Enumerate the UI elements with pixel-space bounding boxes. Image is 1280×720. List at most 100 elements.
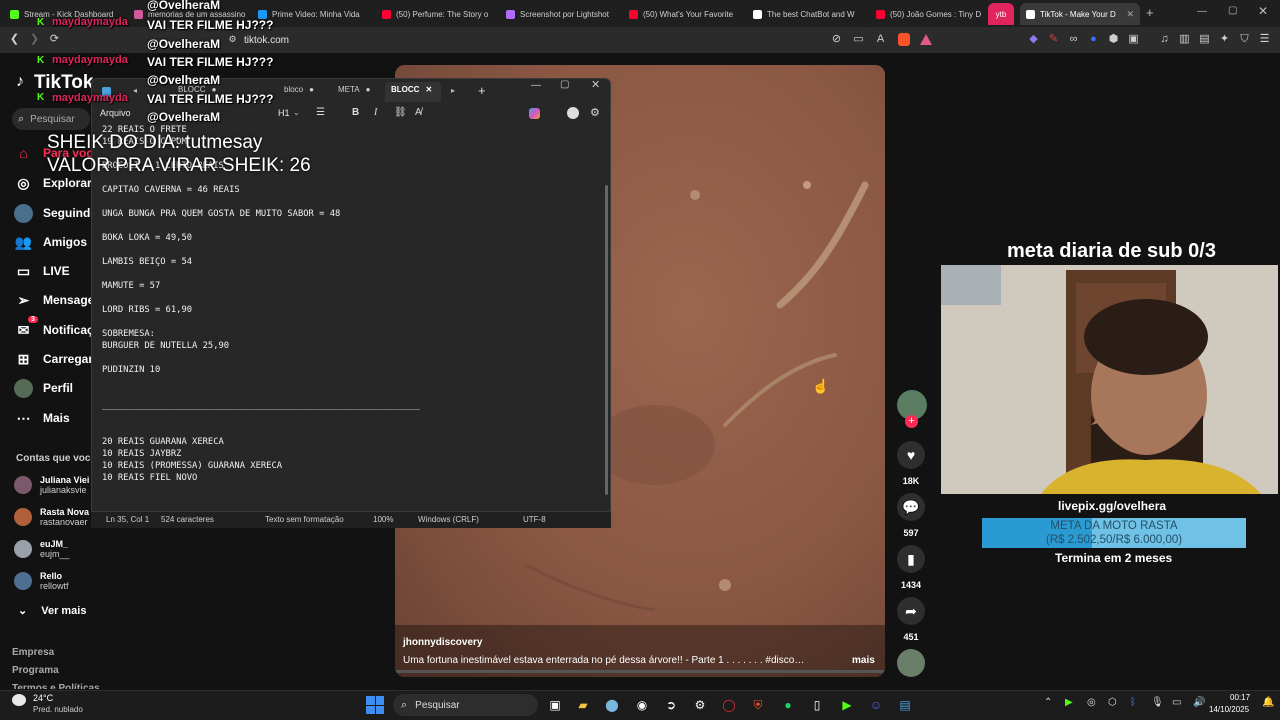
footer-program[interactable]: Programa: [12, 665, 59, 676]
maximize-icon[interactable]: ▢: [1228, 5, 1237, 16]
extension-icon-2[interactable]: ✎: [1047, 33, 1060, 46]
weather-icon[interactable]: [12, 694, 26, 706]
caption-more-link[interactable]: mais: [852, 655, 875, 666]
microphone-icon[interactable]: 🎙: [1151, 697, 1164, 708]
task-view-icon[interactable]: ▣: [546, 696, 564, 714]
volume-icon[interactable]: 🔊: [1193, 697, 1205, 708]
notepad-new-tab-icon[interactable]: +: [478, 83, 486, 98]
clock-time[interactable]: 00:17: [1230, 693, 1250, 702]
footer-company[interactable]: Empresa: [12, 647, 54, 658]
close-window-icon[interactable]: ✕: [1258, 4, 1268, 18]
brave-shield-icon[interactable]: [898, 33, 910, 46]
notepad-minimize-icon[interactable]: —: [531, 80, 541, 91]
app-icon-arrow[interactable]: ➲: [662, 696, 680, 714]
forward-icon[interactable]: ❯: [28, 33, 41, 46]
copilot-icon[interactable]: [529, 108, 540, 119]
menu-icon[interactable]: ☰: [1258, 33, 1271, 46]
settings-gear-icon[interactable]: ⚙: [590, 106, 600, 119]
share-icon[interactable]: ➦: [897, 597, 925, 625]
followed-account[interactable]: euJM_ eujm__: [14, 536, 70, 562]
notepad-scrollbar[interactable]: [605, 185, 608, 495]
nav-item-live[interactable]: ▭ LIVE: [14, 260, 70, 282]
followed-account[interactable]: Juliana Viei julianaksvie: [14, 472, 89, 498]
site-info-icon[interactable]: ⚙: [226, 33, 239, 46]
close-tab-icon[interactable]: ✕: [1126, 9, 1134, 20]
comment-icon[interactable]: 💬: [897, 493, 925, 521]
address-bar[interactable]: tiktok.com: [218, 31, 878, 49]
video-author[interactable]: jhonnydiscovery: [403, 637, 482, 648]
network-icon[interactable]: ▭: [1172, 697, 1181, 708]
no-tracking-icon[interactable]: ⊘: [830, 33, 843, 46]
zoom-level[interactable]: 100%: [373, 515, 393, 524]
file-explorer-icon[interactable]: ▰: [574, 696, 592, 714]
opera-icon[interactable]: ◯: [720, 696, 738, 714]
app-icon-wheel[interactable]: ⚙: [691, 696, 709, 714]
leo-ai-icon[interactable]: ✦: [1218, 33, 1231, 46]
list-icon[interactable]: ☰: [316, 107, 325, 118]
tray-icon-1[interactable]: ◎: [1087, 697, 1096, 708]
heading-dropdown[interactable]: H1: [278, 108, 290, 118]
followed-account[interactable]: Rello rellowtf: [14, 568, 69, 594]
bookmark-icon[interactable]: ▮: [897, 545, 925, 573]
extension-icon-3[interactable]: ∞: [1067, 33, 1080, 46]
clock-date[interactable]: 14/10/2025: [1209, 705, 1249, 714]
tray-chevron-icon[interactable]: ⌃: [1044, 697, 1052, 708]
like-icon[interactable]: ♥: [897, 441, 925, 469]
footer-terms[interactable]: Termos e Políticas: [12, 683, 100, 689]
nav-item-following[interactable]: Seguindo: [14, 202, 98, 224]
line-ending[interactable]: Windows (CRLF): [418, 515, 479, 524]
notepad-taskbar-icon[interactable]: ▯: [808, 696, 826, 714]
browser-tab[interactable]: (50) Perfume: The Story o: [376, 3, 496, 25]
minimize-icon[interactable]: —: [1197, 6, 1207, 17]
wallet-icon[interactable]: ▤: [1198, 33, 1211, 46]
vpn-icon[interactable]: ⛉: [1238, 33, 1251, 46]
start-icon[interactable]: [366, 696, 384, 714]
nav-item-profile[interactable]: Perfil: [14, 377, 73, 399]
back-icon[interactable]: ❮: [8, 33, 21, 46]
sidebar-toggle-icon[interactable]: ▥: [1178, 33, 1191, 46]
tiktok-logo-icon[interactable]: ♪: [16, 73, 24, 91]
nav-item-upload[interactable]: ⊞ Carregar: [14, 348, 93, 370]
notepad-tab-3[interactable]: META ●: [338, 85, 370, 94]
translate-icon[interactable]: A: [874, 33, 887, 46]
bold-icon[interactable]: B: [352, 107, 359, 118]
encoding[interactable]: UTF-8: [523, 515, 546, 524]
italic-icon[interactable]: I: [374, 107, 377, 118]
bluetooth-icon[interactable]: ᛒ: [1130, 697, 1136, 708]
notepad-app-taskbar-icon[interactable]: ▤: [896, 696, 914, 714]
followed-account[interactable]: Rasta Nova rastanovaer: [14, 504, 89, 530]
format-status[interactable]: Texto sem formatação: [265, 515, 344, 524]
weather-temp[interactable]: 24°C: [33, 693, 53, 703]
browser-tab[interactable]: (50) What's Your Favorite: [623, 3, 743, 25]
notepad-maximize-icon[interactable]: ▢: [560, 79, 569, 90]
app-icon-obs[interactable]: ◉: [633, 696, 651, 714]
tray-icon-2[interactable]: ⬡: [1108, 697, 1117, 708]
notepad-text-area[interactable]: 22 REAIS O FRETE 19 REAIS O CUPOM BROCOL…: [102, 124, 602, 484]
see-more-button[interactable]: ⌄ Ver mais: [18, 604, 86, 618]
brave-rewards-icon[interactable]: [920, 34, 932, 45]
reload-icon[interactable]: ⟳: [48, 33, 61, 46]
browser-tab[interactable]: The best ChatBot and W: [747, 3, 867, 25]
account-icon[interactable]: [567, 107, 579, 119]
extension-icon-1[interactable]: ◆: [1027, 33, 1040, 46]
tiktok-logo[interactable]: TikTok: [34, 72, 93, 94]
discord-icon[interactable]: ☺: [867, 696, 885, 714]
browser-tab[interactable]: (50) João Gomes : Tiny D: [870, 3, 982, 25]
new-tab-button[interactable]: +: [1146, 5, 1154, 20]
taskbar-search[interactable]: ⌕ Pesquisar: [393, 694, 538, 716]
tray-kick-icon[interactable]: ▶: [1065, 697, 1073, 708]
close-tab-icon[interactable]: ✕: [425, 85, 432, 94]
browser-tab[interactable]: Screenshot por Lightshot: [500, 3, 620, 25]
brave-icon[interactable]: ⛨: [749, 696, 767, 714]
search-box[interactable]: ⌕ Pesquisar: [12, 108, 90, 130]
kick-taskbar-icon[interactable]: ▶: [838, 696, 856, 714]
media-icon[interactable]: ♫: [1158, 33, 1171, 46]
browser-tab[interactable]: ytb: [988, 3, 1014, 25]
steam-icon[interactable]: ⬤: [603, 696, 621, 714]
music-disc-icon[interactable]: [897, 649, 925, 677]
link-icon[interactable]: ⛓: [394, 107, 407, 118]
nav-item-more[interactable]: ⋯ Mais: [14, 407, 70, 429]
notepad-close-icon[interactable]: ✕: [591, 78, 600, 91]
menu-file[interactable]: Arquivo: [100, 108, 131, 118]
notepad-tab-2[interactable]: bloco ●: [284, 85, 314, 94]
